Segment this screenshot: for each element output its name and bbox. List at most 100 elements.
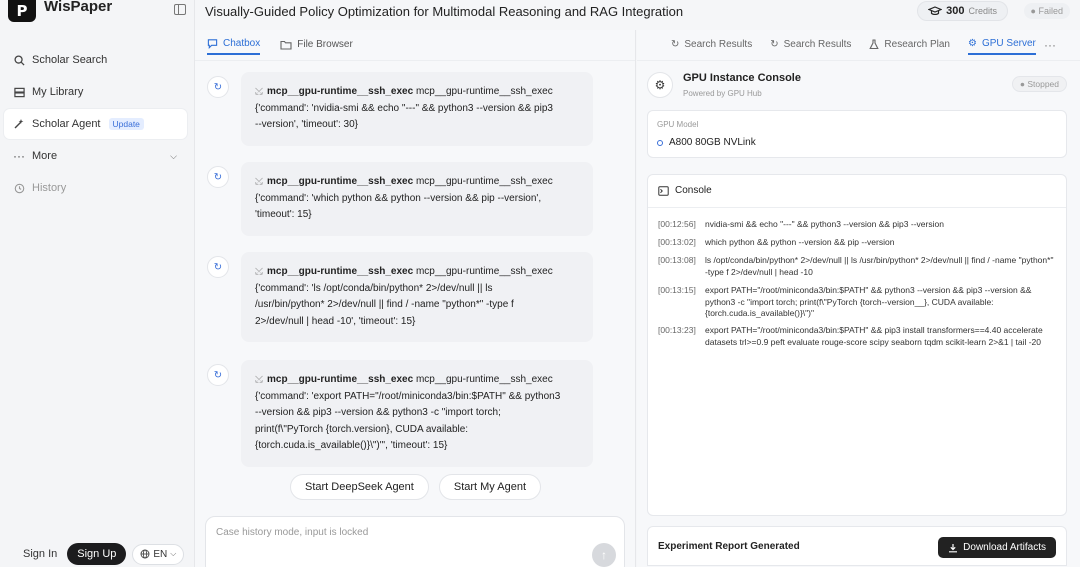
agent-avatar-icon: ↻ (207, 76, 229, 98)
gpu-model-text: A800 80GB NVLink (669, 137, 756, 148)
tab-file-browser[interactable]: File Browser (280, 38, 353, 55)
message-line: /usr/bin/python* 2>/dev/null || find / -… (255, 299, 514, 310)
sidebar: P WisPaper Scholar Search My Library Sch… (0, 0, 195, 567)
chevron-down-icon: ⌵ (170, 549, 177, 558)
tab-search-results[interactable]: ↻ Search Results (671, 38, 752, 55)
credits-unit: Credits (968, 6, 997, 16)
sidebar-item-history[interactable]: History (4, 173, 187, 203)
sidebar-item-more[interactable]: ··· More ⌵ (4, 141, 187, 171)
start-my-agent-button[interactable]: Start My Agent (438, 474, 542, 500)
download-artifacts-button[interactable]: Download Artifacts (938, 537, 1056, 558)
chat-input[interactable]: Case history mode, input is locked ↑ (205, 516, 625, 567)
gpu-model-card: GPU Model A800 80GB NVLink (647, 110, 1067, 158)
tab-label: Chatbox (223, 38, 261, 49)
credits-badge[interactable]: 300 Credits (917, 1, 1008, 21)
tab-chatbox[interactable]: Chatbox (207, 38, 261, 55)
radio-dot-icon (657, 139, 663, 146)
log-command: nvidia-smi && echo "---" && python3 --ve… (705, 219, 944, 229)
sidebar-item-label: Scholar Search (32, 54, 108, 66)
console-label-text: Console (675, 185, 712, 196)
console-log-line: [00:13:15] export PATH="/root/miniconda3… (658, 285, 1058, 320)
console-log-line: [00:13:23] export PATH="/root/miniconda3… (658, 325, 1058, 348)
agent-buttons: Start DeepSeek Agent Start My Agent (290, 474, 542, 500)
console-log-line: [00:13:02] which python && python --vers… (658, 237, 1058, 249)
message-line: mcp__gpu-runtime__ssh_exec (415, 266, 553, 277)
sidebar-nav: Scholar Search My Library Scholar Agent … (0, 44, 195, 205)
gpu-model-value: A800 80GB NVLink (657, 137, 756, 148)
gpu-model-label: GPU Model (657, 120, 699, 129)
tab-search-results-2[interactable]: ↻ Search Results (770, 38, 851, 55)
sign-in-link[interactable]: Sign In (23, 548, 57, 560)
tab-label: Search Results (684, 39, 753, 50)
message-line: mcp__gpu-runtime__ssh_exec (415, 176, 553, 187)
chat-input-placeholder: Case history mode, input is locked (216, 527, 369, 538)
tab-research-plan[interactable]: Research Plan (869, 38, 950, 55)
right-panel: ↻ Search Results ↻ Search Results Resear… (637, 30, 1080, 567)
message-line: print(f\"PyTorch {torch.version}, CUDA a… (255, 423, 469, 435)
tab-gpu-server[interactable]: ⚙ GPU Server (968, 38, 1036, 55)
tab-label: Research Plan (884, 39, 950, 50)
download-label: Download Artifacts (963, 542, 1046, 553)
logo-mark: P (8, 0, 36, 22)
log-command: which python && python --version && pip … (705, 237, 895, 247)
tool-call-icon: ⤩ (255, 176, 263, 187)
start-deepseek-agent-button[interactable]: Start DeepSeek Agent (290, 474, 429, 500)
message-line: --version && pip3 --version && python3 -… (255, 407, 501, 418)
log-timestamp: [00:13:15] (658, 285, 696, 295)
credits-value: 300 (946, 5, 965, 17)
tool-name: mcp__gpu-runtime__ssh_exec (267, 374, 414, 385)
tool-call-icon: ⤩ (255, 374, 263, 385)
sidebar-item-my-library[interactable]: My Library (4, 77, 187, 107)
log-command: export PATH="/root/miniconda3/bin:$PATH"… (705, 325, 1043, 347)
sidebar-item-scholar-agent[interactable]: Scholar Agent Update (4, 109, 187, 139)
log-command: export PATH="/root/miniconda3/bin:$PATH"… (705, 285, 1032, 318)
report-title: Experiment Report Generated (658, 541, 800, 552)
sidebar-collapse-icon[interactable] (174, 4, 186, 15)
terminal-icon (658, 185, 669, 196)
chat-icon (207, 39, 218, 49)
chat-message: ⤩ mcp__gpu-runtime__ssh_exec mcp__gpu-run… (241, 162, 593, 236)
tool-call-icon: ⤩ (255, 266, 263, 277)
arrow-up-icon: ↑ (601, 548, 607, 562)
status-text: Stopped (1027, 79, 1059, 89)
console-log-line: [00:12:56] nvidia-smi && echo "---" && p… (658, 219, 1058, 231)
dots-icon: ··· (13, 149, 25, 163)
sidebar-item-label: History (32, 182, 67, 194)
search-icon (12, 54, 26, 66)
message-line: 'timeout': 15} (255, 209, 312, 220)
message-line: {'command': 'export PATH="/root/minicond… (255, 390, 561, 402)
sign-up-button[interactable]: Sign Up (67, 543, 127, 565)
agent-avatar-icon: ↻ (207, 256, 229, 278)
log-timestamp: [00:13:02] (658, 237, 696, 247)
app-logo[interactable]: P WisPaper (8, 0, 112, 22)
more-tabs-icon[interactable]: ··· (1044, 38, 1056, 52)
tool-name: mcp__gpu-runtime__ssh_exec (267, 86, 414, 97)
header: Visually-Guided Policy Optimization for … (195, 0, 1080, 28)
gear-icon: ⚙ (647, 72, 673, 98)
refresh-icon: ↻ (671, 39, 680, 50)
sidebar-item-label: More (32, 150, 58, 162)
chat-message: ⤩ mcp__gpu-runtime__ssh_exec mcp__gpu-run… (241, 252, 593, 342)
message-line: --version', 'timeout': 30} (255, 119, 358, 130)
divider (195, 60, 635, 61)
send-button[interactable]: ↑ (592, 543, 616, 567)
library-icon (12, 87, 26, 98)
language-select[interactable]: EN ⌵ (132, 543, 185, 565)
status-text: Failed (1038, 6, 1063, 16)
sidebar-footer: Sign In Sign Up EN ⌵ (0, 541, 195, 567)
tool-call-icon: ⤩ (255, 86, 263, 97)
log-timestamp: [00:13:08] (658, 255, 696, 265)
divider (637, 60, 1080, 61)
chevron-down-icon: ⌵ (170, 150, 177, 161)
console-subtitle: Powered by GPU Hub (683, 89, 762, 98)
update-badge: Update (108, 118, 144, 130)
message-line: {'command': 'nvidia-smi && echo "---" &&… (255, 102, 553, 114)
clock-icon (12, 183, 26, 194)
app-name: WisPaper (44, 0, 113, 15)
message-line: 2>/dev/null | head -10', 'timeout': 15} (255, 315, 416, 327)
tool-name: mcp__gpu-runtime__ssh_exec (267, 266, 414, 277)
sidebar-item-scholar-search[interactable]: Scholar Search (4, 45, 187, 75)
divider (648, 207, 1066, 208)
message-line: mcp__gpu-runtime__ssh_exec (415, 86, 553, 97)
tab-label: Search Results (783, 39, 852, 50)
